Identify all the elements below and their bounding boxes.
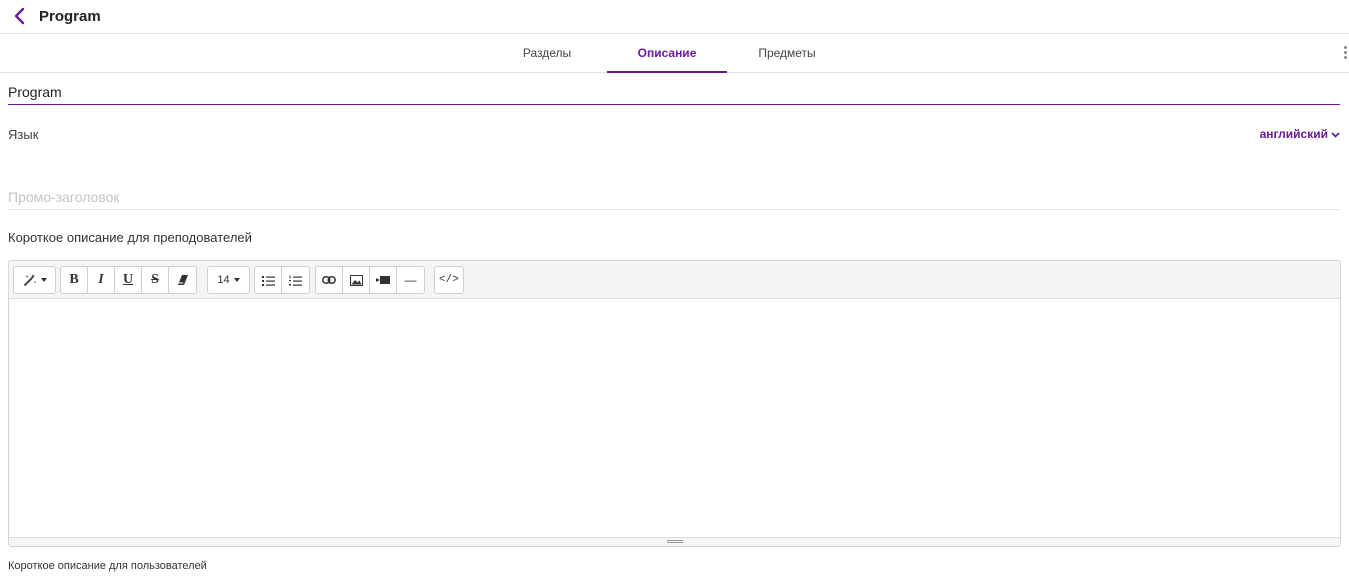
bullet-list-icon	[261, 275, 275, 286]
font-size-select[interactable]: 14	[208, 267, 249, 293]
style-group	[13, 266, 56, 294]
more-options-icon[interactable]	[1343, 46, 1349, 60]
underline-button[interactable]: U	[115, 267, 142, 293]
program-name-input[interactable]	[8, 80, 1340, 105]
bullet-list-button[interactable]	[255, 267, 282, 293]
code-view-button[interactable]: </>	[435, 267, 463, 293]
clear-format-button[interactable]	[169, 267, 196, 293]
strikethrough-button[interactable]: S	[142, 267, 169, 293]
app-header: Program	[0, 0, 1349, 34]
language-value: английский	[1259, 127, 1328, 141]
editor-content-area[interactable]	[9, 299, 1340, 538]
tab-sections[interactable]: Разделы	[487, 34, 607, 72]
editor-toolbar: B I U S 14 — </>	[9, 261, 1340, 299]
tab-subjects[interactable]: Предметы	[727, 34, 847, 72]
link-icon	[322, 276, 336, 284]
font-style-group: B I U S	[60, 266, 197, 294]
image-icon	[349, 274, 363, 286]
editor-resize-handle[interactable]	[9, 537, 1340, 546]
list-group	[254, 266, 310, 294]
tab-bar: Разделы Описание Предметы	[0, 34, 1349, 73]
italic-button[interactable]: I	[88, 267, 115, 293]
language-label: Язык	[8, 127, 39, 142]
font-size-group: 14	[207, 266, 250, 294]
promo-headline-input[interactable]	[8, 185, 1340, 210]
eraser-icon	[177, 275, 188, 285]
rich-text-editor: B I U S 14 — </>	[8, 260, 1341, 547]
numbered-list-button[interactable]	[282, 267, 309, 293]
chevron-left-icon	[14, 7, 25, 25]
language-select[interactable]: английский	[1260, 127, 1340, 141]
magic-wand-icon	[23, 274, 36, 286]
font-size-value: 14	[217, 274, 230, 286]
style-button[interactable]	[14, 267, 55, 293]
tab-description[interactable]: Описание	[607, 34, 727, 73]
video-button[interactable]	[370, 267, 397, 293]
link-button[interactable]	[316, 267, 343, 293]
video-icon	[376, 276, 390, 284]
chevron-down-icon	[1331, 132, 1340, 138]
image-button[interactable]	[343, 267, 370, 293]
teacher-description-label: Короткое описание для преподователей	[8, 230, 252, 245]
back-button[interactable]	[10, 6, 30, 26]
bold-button[interactable]: B	[61, 267, 88, 293]
horizontal-rule-button[interactable]: —	[397, 267, 424, 293]
page-title: Program	[39, 8, 101, 25]
insert-group: —	[315, 266, 425, 294]
numbered-list-icon	[289, 275, 302, 286]
user-description-label: Короткое описание для пользователей	[8, 560, 207, 572]
code-group: </>	[434, 266, 464, 294]
